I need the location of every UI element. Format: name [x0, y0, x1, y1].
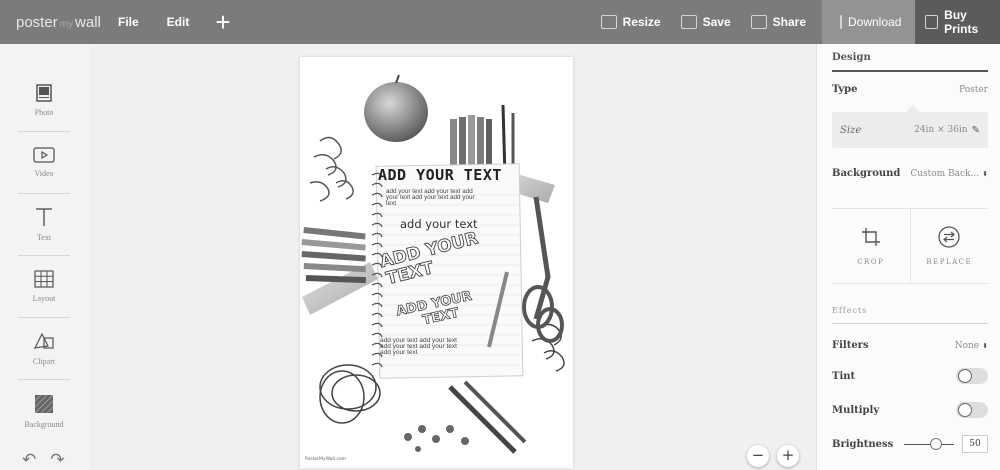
- crop-replace-group: CROP REPLACE: [832, 208, 988, 284]
- app-logo[interactable]: poster my wall: [0, 14, 104, 31]
- size-value: 24in × 36in: [914, 125, 968, 135]
- clipart-icon: [33, 332, 54, 349]
- size-notch: [905, 104, 921, 120]
- tool-video[interactable]: Video: [18, 132, 70, 194]
- pencil-icon[interactable]: ✎: [972, 125, 980, 136]
- crop-button[interactable]: CROP: [832, 209, 910, 283]
- zoom-in-button[interactable]: +: [777, 445, 799, 467]
- resize-icon: [600, 15, 617, 29]
- size-label: Size: [840, 124, 862, 136]
- add-button[interactable]: +: [203, 0, 242, 44]
- tool-clipart-label: Clipart: [32, 357, 56, 366]
- save-button[interactable]: Save: [671, 0, 741, 44]
- photo-icon: [36, 84, 52, 102]
- brightness-row: Brightness 50: [832, 435, 988, 453]
- tool-layout[interactable]: Layout: [18, 256, 70, 318]
- multiply-row: Multiply: [832, 402, 988, 418]
- tool-background[interactable]: Background: [18, 380, 70, 442]
- type-value: Poster: [959, 84, 988, 95]
- background-row[interactable]: Background Custom Back... ⬍: [832, 168, 988, 179]
- history-controls: ↶ ↷: [22, 450, 65, 470]
- layout-icon: [34, 270, 54, 288]
- share-button[interactable]: Share: [741, 0, 816, 44]
- effects-title: Effects: [832, 306, 868, 315]
- save-icon: [680, 15, 697, 29]
- multiply-toggle[interactable]: [956, 402, 988, 418]
- crop-icon: [861, 228, 880, 246]
- background-icon: [34, 394, 54, 413]
- edit-menu[interactable]: Edit: [153, 0, 204, 44]
- crop-label: CROP: [857, 258, 885, 266]
- effects-divider: [832, 323, 988, 324]
- select-arrows-icon: ⬍: [982, 341, 988, 350]
- filters-value: None: [954, 340, 980, 351]
- video-icon: [33, 147, 55, 163]
- resize-button[interactable]: Resize: [591, 0, 671, 44]
- tool-photo-label: Photo: [34, 108, 54, 117]
- toggle-knob: [958, 369, 972, 383]
- background-value: Custom Back...: [910, 168, 980, 179]
- tool-text-label: Text: [36, 233, 52, 242]
- tint-toggle[interactable]: [956, 368, 988, 384]
- brightness-label: Brightness: [832, 438, 894, 450]
- buy-prints-label: Buy Prints: [944, 8, 979, 36]
- replace-button[interactable]: REPLACE: [909, 209, 989, 283]
- select-arrows-icon: ⬍: [982, 169, 988, 178]
- tool-photo[interactable]: Photo: [18, 70, 70, 132]
- redo-icon[interactable]: ↷: [50, 450, 64, 470]
- top-bar: poster my wall File Edit + Resize Save Sha…: [0, 0, 1000, 44]
- cart-icon: [925, 15, 939, 29]
- text-icon: [36, 208, 52, 226]
- tool-text[interactable]: Text: [18, 194, 70, 256]
- zoom-out-button[interactable]: −: [747, 445, 769, 467]
- resize-label: Resize: [622, 15, 661, 29]
- type-row: Type Poster: [832, 84, 988, 95]
- tab-underline: [832, 70, 988, 72]
- poster-credit: PosterMyWall.com: [305, 457, 347, 462]
- tool-background-label: Background: [24, 419, 64, 429]
- filters-row[interactable]: Filters None ⬍: [832, 340, 988, 351]
- undo-icon[interactable]: ↶: [22, 450, 36, 470]
- tab-design[interactable]: Design: [832, 52, 871, 63]
- brightness-value-input[interactable]: 50: [962, 435, 988, 453]
- size-selector[interactable]: Size 24in × 36in ✎: [832, 104, 988, 148]
- tool-video-label: Video: [34, 169, 54, 178]
- brightness-slider[interactable]: [904, 437, 954, 451]
- tool-clipart[interactable]: Clipart: [18, 318, 70, 380]
- slider-thumb[interactable]: [930, 438, 942, 450]
- tint-row: Tint: [832, 368, 988, 384]
- file-menu[interactable]: File: [104, 0, 153, 44]
- replace-icon: [938, 226, 960, 248]
- tool-layout-label: Layout: [32, 294, 56, 303]
- share-icon: [750, 15, 767, 29]
- poster-title[interactable]: ADD YOUR TEXT: [378, 166, 502, 184]
- background-label: Background: [832, 168, 901, 179]
- filters-label: Filters: [832, 340, 869, 351]
- poster-artwork: ADD YOUR TEXT add your text add your tex…: [301, 74, 565, 454]
- slider-track: [904, 444, 954, 445]
- canvas-area: ADD YOUR TEXT add your text add your tex…: [90, 44, 816, 470]
- poster-canvas[interactable]: ADD YOUR TEXT add your text add your tex…: [300, 57, 573, 468]
- download-button[interactable]: Download: [822, 0, 915, 44]
- replace-label: REPLACE: [926, 258, 973, 266]
- tint-label: Tint: [832, 370, 856, 382]
- download-icon: [840, 15, 842, 29]
- poster-mid-text[interactable]: add your text: [400, 217, 478, 231]
- share-label: Share: [772, 15, 806, 29]
- toggle-knob: [958, 403, 972, 417]
- download-label: Download: [848, 15, 902, 29]
- tools-sidebar: Photo Video Text Layout Clipart Backgrou…: [0, 44, 90, 470]
- buy-prints-button[interactable]: Buy Prints: [915, 0, 1000, 44]
- type-label: Type: [832, 84, 858, 95]
- save-label: Save: [702, 15, 731, 29]
- multiply-label: Multiply: [832, 404, 880, 416]
- design-panel: Design Type Poster Size 24in × 36in ✎ Ba…: [816, 44, 1000, 470]
